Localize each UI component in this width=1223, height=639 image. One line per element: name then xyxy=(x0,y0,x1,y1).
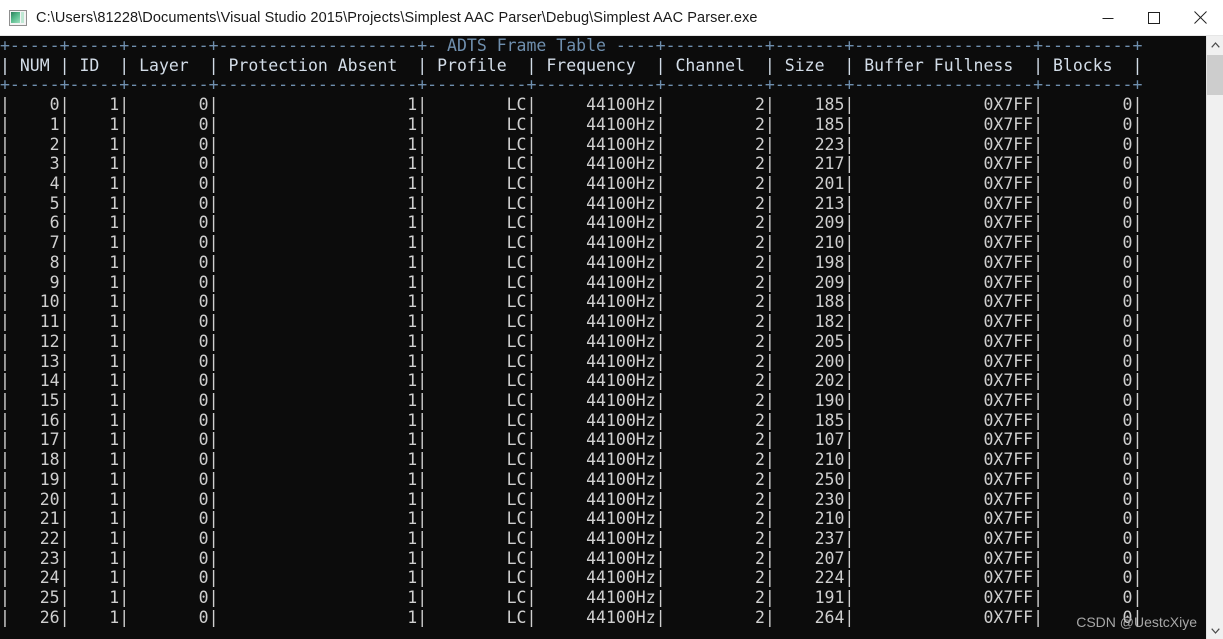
close-button[interactable] xyxy=(1177,0,1223,35)
table-row: | 10| 1| 0| 1| LC| 44100Hz| 2| 188| 0X7F… xyxy=(0,292,1143,312)
vertical-scrollbar[interactable] xyxy=(1206,36,1223,639)
table-row: | 5| 1| 0| 1| LC| 44100Hz| 2| 213| 0X7FF… xyxy=(0,193,1143,213)
console-window: C:\Users\81228\Documents\Visual Studio 2… xyxy=(0,0,1223,639)
table-row: | 15| 1| 0| 1| LC| 44100Hz| 2| 190| 0X7F… xyxy=(0,390,1143,410)
table-row: | 1| 1| 0| 1| LC| 44100Hz| 2| 185| 0X7FF… xyxy=(0,114,1143,134)
table-row: | 21| 1| 0| 1| LC| 44100Hz| 2| 210| 0X7F… xyxy=(0,509,1143,529)
console-output[interactable]: +-----+-----+--------+------------------… xyxy=(0,36,1206,639)
ascii-table: +-----+-----+--------+------------------… xyxy=(0,36,1142,628)
title-bar: C:\Users\81228\Documents\Visual Studio 2… xyxy=(0,0,1223,36)
maximize-button[interactable] xyxy=(1131,0,1177,35)
table-row: | 8| 1| 0| 1| LC| 44100Hz| 2| 198| 0X7FF… xyxy=(0,252,1143,272)
scroll-down-button[interactable] xyxy=(1207,622,1223,639)
table-row: | 9| 1| 0| 1| LC| 44100Hz| 2| 209| 0X7FF… xyxy=(0,272,1143,292)
table-row: | 18| 1| 0| 1| LC| 44100Hz| 2| 210| 0X7F… xyxy=(0,450,1143,470)
table-row: | 26| 1| 0| 1| LC| 44100Hz| 2| 264| 0X7F… xyxy=(0,607,1143,627)
scroll-up-button[interactable] xyxy=(1207,36,1223,53)
chevron-up-icon xyxy=(1210,41,1220,48)
chevron-down-icon xyxy=(1210,627,1220,634)
minimize-button[interactable] xyxy=(1085,0,1131,35)
table-row: | 14| 1| 0| 1| LC| 44100Hz| 2| 202| 0X7F… xyxy=(0,371,1143,391)
table-header-row: | NUM | ID | Layer | Protection Absent |… xyxy=(0,55,1143,75)
table-row: | 11| 1| 0| 1| LC| 44100Hz| 2| 182| 0X7F… xyxy=(0,312,1143,332)
table-row: | 16| 1| 0| 1| LC| 44100Hz| 2| 185| 0X7F… xyxy=(0,410,1143,430)
table-row: | 19| 1| 0| 1| LC| 44100Hz| 2| 250| 0X7F… xyxy=(0,469,1143,489)
table-row: | 13| 1| 0| 1| LC| 44100Hz| 2| 200| 0X7F… xyxy=(0,351,1143,371)
maximize-icon xyxy=(1148,11,1160,24)
close-icon xyxy=(1193,11,1207,24)
table-row: | 3| 1| 0| 1| LC| 44100Hz| 2| 217| 0X7FF… xyxy=(0,154,1143,174)
table-row: | 25| 1| 0| 1| LC| 44100Hz| 2| 191| 0X7F… xyxy=(0,588,1143,608)
table-row: | 24| 1| 0| 1| LC| 44100Hz| 2| 224| 0X7F… xyxy=(0,568,1143,588)
table-row: | 6| 1| 0| 1| LC| 44100Hz| 2| 209| 0X7FF… xyxy=(0,213,1143,233)
scrollbar-thumb[interactable] xyxy=(1207,55,1223,95)
table-top-border: +-----+-----+--------+------------------… xyxy=(0,36,1143,55)
table-row: | 20| 1| 0| 1| LC| 44100Hz| 2| 230| 0X7F… xyxy=(0,489,1143,509)
table-row: | 4| 1| 0| 1| LC| 44100Hz| 2| 201| 0X7FF… xyxy=(0,174,1143,194)
table-row: | 2| 1| 0| 1| LC| 44100Hz| 2| 223| 0X7FF… xyxy=(0,134,1143,154)
console-app-icon xyxy=(9,9,27,26)
minimize-icon xyxy=(1102,17,1114,19)
window-title: C:\Users\81228\Documents\Visual Studio 2… xyxy=(36,9,758,26)
table-row: | 17| 1| 0| 1| LC| 44100Hz| 2| 107| 0X7F… xyxy=(0,430,1143,450)
table-header-separator: +-----+-----+--------+------------------… xyxy=(0,75,1143,95)
table-row: | 0| 1| 0| 1| LC| 44100Hz| 2| 185| 0X7FF… xyxy=(0,95,1143,115)
table-row: | 12| 1| 0| 1| LC| 44100Hz| 2| 205| 0X7F… xyxy=(0,331,1143,351)
table-row: | 22| 1| 0| 1| LC| 44100Hz| 2| 237| 0X7F… xyxy=(0,528,1143,548)
table-row: | 23| 1| 0| 1| LC| 44100Hz| 2| 207| 0X7F… xyxy=(0,548,1143,568)
table-row: | 7| 1| 0| 1| LC| 44100Hz| 2| 210| 0X7FF… xyxy=(0,233,1143,253)
